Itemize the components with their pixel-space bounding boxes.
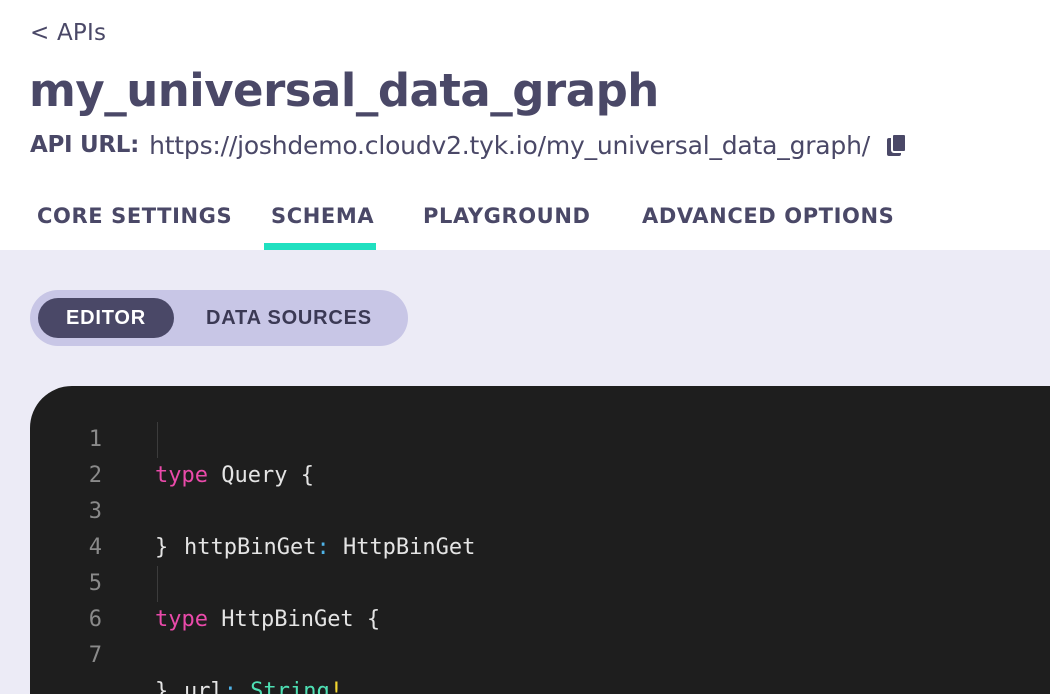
code-line: 7 } — [30, 602, 1050, 694]
api-url-value: https://joshdemo.cloudv2.tyk.io/my_unive… — [149, 130, 870, 160]
type-token: String — [237, 679, 330, 694]
code-line: 1 type Query { — [30, 386, 1050, 488]
schema-panel: EDITOR DATA SOURCES 1 type Query { 2 htt… — [0, 250, 1050, 694]
tab-bar: CORE SETTINGS SCHEMA PLAYGROUND ADVANCED… — [0, 190, 1050, 250]
field-token: url — [184, 679, 224, 694]
colon-token: : — [223, 679, 237, 694]
page-title: my_universal_data_graph — [29, 64, 659, 117]
copy-icon[interactable] — [886, 133, 908, 157]
indent-guide — [157, 566, 158, 602]
api-url-row: API URL: https://joshdemo.cloudv2.tyk.io… — [30, 128, 908, 162]
api-url-label: API URL: — [30, 132, 140, 158]
data-sources-toggle-button[interactable]: DATA SOURCES — [206, 298, 372, 338]
schema-code-editor[interactable]: 1 type Query { 2 httpBinGet: HttpBinGet … — [30, 386, 1050, 694]
code-line: 4 — [30, 494, 1050, 560]
tab-schema[interactable]: SCHEMA — [271, 204, 374, 228]
editor-mode-toggle: EDITOR DATA SOURCES — [30, 290, 408, 346]
back-to-apis-link[interactable]: < APIs — [30, 20, 106, 46]
editor-toggle-button[interactable]: EDITOR — [38, 298, 174, 338]
code-line: 5 type HttpBinGet { — [30, 530, 1050, 632]
non-null-token: ! — [329, 679, 343, 694]
code-line: 6 url: String! — [30, 566, 1050, 694]
tab-playground[interactable]: PLAYGROUND — [423, 204, 591, 228]
line-number: 7 — [88, 643, 102, 668]
active-tab-indicator — [264, 243, 376, 250]
tab-advanced-options[interactable]: ADVANCED OPTIONS — [642, 204, 894, 228]
indent-guide — [157, 422, 158, 458]
code-text: url: String! — [184, 674, 343, 694]
code-text: } — [155, 679, 169, 694]
code-line: 2 httpBinGet: HttpBinGet — [30, 422, 1050, 560]
tab-core-settings[interactable]: CORE SETTINGS — [37, 204, 232, 228]
code-line: 3 } — [30, 458, 1050, 560]
